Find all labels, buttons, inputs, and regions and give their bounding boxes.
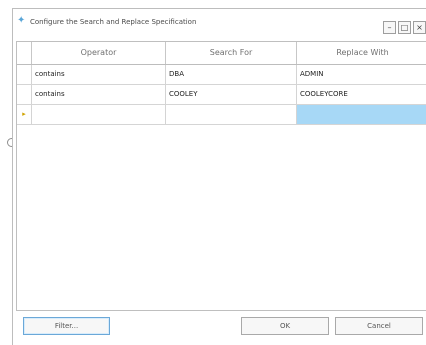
new-row-marker-icon[interactable]: ▸	[17, 105, 32, 124]
minimize-button[interactable]: –	[383, 21, 396, 34]
grid-header: Operator Search For Replace With	[17, 42, 426, 65]
selected-replace-with-cell[interactable]	[297, 105, 426, 124]
app-icon: ✦	[17, 15, 26, 26]
replace-with-column-header[interactable]: Replace With	[297, 42, 426, 64]
filter-button[interactable]: Filter...	[23, 317, 110, 335]
operator-cell[interactable]: contains	[32, 85, 166, 104]
maximize-button[interactable]: □	[398, 21, 411, 34]
table-row[interactable]: contains DBA ADMIN	[17, 65, 426, 85]
row-selector-header	[17, 42, 32, 64]
search-replace-dialog: ✦ Configure the Search and Replace Speci…	[12, 8, 426, 345]
row-selector[interactable]	[17, 65, 32, 84]
operator-column-header[interactable]: Operator	[32, 42, 166, 64]
search-for-cell[interactable]	[166, 105, 297, 124]
search-replace-grid[interactable]: Operator Search For Replace With contain…	[16, 41, 426, 311]
search-for-column-header[interactable]: Search For	[166, 42, 297, 64]
table-row[interactable]: contains COOLEY COOLEYCORE	[17, 85, 426, 105]
window-title: Configure the Search and Replace Specifi…	[30, 18, 197, 26]
cancel-button[interactable]: Cancel	[335, 317, 423, 335]
replace-with-cell[interactable]: COOLEYCORE	[297, 85, 426, 104]
new-table-row[interactable]: ▸	[17, 105, 426, 125]
operator-cell[interactable]: contains	[32, 65, 166, 84]
close-button[interactable]: ×	[413, 21, 426, 34]
search-for-cell[interactable]: COOLEY	[166, 85, 297, 104]
ok-button[interactable]: OK	[241, 317, 329, 335]
window-controls: – □ ×	[383, 21, 426, 34]
search-for-cell[interactable]: DBA	[166, 65, 297, 84]
screenshot-canvas: ✦ Configure the Search and Replace Speci…	[0, 0, 426, 345]
operator-cell[interactable]	[32, 105, 166, 124]
replace-with-cell[interactable]: ADMIN	[297, 65, 426, 84]
row-selector[interactable]	[17, 85, 32, 104]
